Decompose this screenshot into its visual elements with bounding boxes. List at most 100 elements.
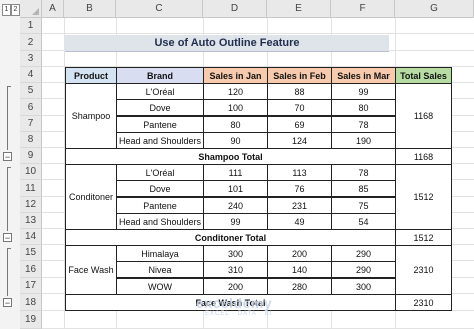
column-header-a[interactable]: A [42,0,64,18]
sales-jan-cell[interactable]: 300 [203,245,268,262]
row-header-12[interactable]: 12 [20,197,42,213]
header-brand[interactable]: Brand [116,67,204,84]
subtotal-label[interactable]: Shampoo Total [65,148,396,165]
subtotal-value[interactable]: 2310 [395,294,452,311]
total-sales-cell[interactable]: 1168 [395,83,452,149]
row-header-1[interactable]: 1 [20,18,42,34]
row-header-2[interactable]: 2 [20,34,42,51]
brand-cell[interactable]: Nivea [116,261,204,278]
brand-cell[interactable]: Head and Shoulders [116,213,204,230]
subtotal-label[interactable]: Conditoner Total [65,229,396,246]
sheet-title[interactable]: Use of Auto Outline Feature [65,35,389,52]
sales-feb-cell[interactable]: 69 [267,116,332,133]
row-header-14[interactable]: 14 [20,229,42,245]
header-sales-jan[interactable]: Sales in Jan [203,67,268,84]
row-header-11[interactable]: 11 [20,180,42,197]
sales-mar-cell[interactable]: 78 [331,164,396,181]
header-sales-feb[interactable]: Sales in Feb [267,67,332,84]
sales-mar-cell[interactable]: 190 [331,132,396,149]
row-header-13[interactable]: 13 [20,213,42,229]
outline-level-1-button[interactable]: 1 [2,4,11,16]
outline-bracket [7,167,8,231]
sales-mar-cell[interactable]: 85 [331,180,396,197]
column-header-b[interactable]: B [64,0,116,18]
sales-mar-cell[interactable]: 78 [331,116,396,133]
row-header-16[interactable]: 16 [20,261,42,278]
column-header-e[interactable]: E [267,0,331,18]
row-header-6[interactable]: 6 [20,99,42,116]
brand-cell[interactable]: Pantene [116,197,204,214]
total-sales-cell[interactable]: 2310 [395,245,452,295]
sales-mar-cell[interactable]: 54 [331,213,396,230]
sales-jan-cell[interactable]: 310 [203,261,268,278]
sales-jan-cell[interactable]: 100 [203,99,268,116]
sales-jan-cell[interactable]: 111 [203,164,268,181]
sales-mar-cell[interactable]: 300 [331,278,396,295]
outline-level-2-button[interactable]: 2 [11,4,20,16]
sales-feb-cell[interactable]: 113 [267,164,332,181]
column-header-f[interactable]: F [331,0,395,18]
product-cell[interactable]: Shampoo [65,83,117,149]
outline-gutter: 1 2 − − − [0,0,21,329]
watermark-tagline: EXCEL · DATA · BI [205,311,273,317]
header-product[interactable]: Product [65,67,117,84]
row-header-7[interactable]: 7 [20,116,42,132]
brand-cell[interactable]: Pantene [116,116,204,133]
watermark-logo: exceldemy [196,295,273,311]
row-header-4[interactable]: 4 [20,67,42,83]
row-header-15[interactable]: 15 [20,245,42,261]
product-cell[interactable]: Face Wash [65,245,117,295]
sales-feb-cell[interactable]: 49 [267,213,332,230]
brand-cell[interactable]: Himalaya [116,245,204,262]
header-sales-mar[interactable]: Sales in Mar [331,67,396,84]
brand-cell[interactable]: Dove [116,99,204,116]
sales-jan-cell[interactable]: 240 [203,197,268,214]
total-sales-cell[interactable]: 1512 [395,164,452,230]
subtotal-value[interactable]: 1168 [395,148,452,165]
sales-feb-cell[interactable]: 200 [267,245,332,262]
sales-feb-cell[interactable]: 124 [267,132,332,149]
sales-jan-cell[interactable]: 101 [203,180,268,197]
column-header-c[interactable]: C [116,0,203,18]
sales-feb-cell[interactable]: 140 [267,261,332,278]
sales-jan-cell[interactable]: 99 [203,213,268,230]
sales-feb-cell[interactable]: 231 [267,197,332,214]
sales-jan-cell[interactable]: 200 [203,278,268,295]
sales-feb-cell[interactable]: 88 [267,83,332,100]
brand-cell[interactable]: L'Oréal [116,83,204,100]
row-header-18[interactable]: 18 [20,294,42,311]
sales-mar-cell[interactable]: 80 [331,99,396,116]
sales-jan-cell[interactable]: 120 [203,83,268,100]
brand-cell[interactable]: L'Oréal [116,164,204,181]
sales-mar-cell[interactable]: 290 [331,245,396,262]
row-header-10[interactable]: 10 [20,164,42,180]
header-total-sales[interactable]: Total Sales [395,67,452,84]
brand-cell[interactable]: Dove [116,180,204,197]
row-header-17[interactable]: 17 [20,278,42,294]
row-header-8[interactable]: 8 [20,132,42,148]
sales-feb-cell[interactable]: 280 [267,278,332,295]
row-header-5[interactable]: 5 [20,83,42,99]
row-header-3[interactable]: 3 [20,51,42,67]
brand-cell[interactable]: WOW [116,278,204,295]
outline-bracket [7,86,8,150]
collapse-group-button[interactable]: − [3,298,12,308]
collapse-group-button[interactable]: − [3,233,12,243]
column-header-d[interactable]: D [203,0,267,18]
brand-cell[interactable]: Head and Shoulders [116,132,204,149]
sales-jan-cell[interactable]: 90 [203,132,268,149]
sales-mar-cell[interactable]: 75 [331,197,396,214]
sales-mar-cell[interactable]: 99 [331,83,396,100]
row-header-19[interactable]: 19 [20,311,42,329]
row-header-9[interactable]: 9 [20,148,42,164]
outline-bracket [7,248,8,296]
product-cell[interactable]: Conditoner [65,164,117,230]
sales-mar-cell[interactable]: 290 [331,261,396,278]
sales-feb-cell[interactable]: 70 [267,99,332,116]
column-header-g[interactable]: G [395,0,474,18]
sales-jan-cell[interactable]: 80 [203,116,268,133]
collapse-group-button[interactable]: − [3,152,12,162]
sales-feb-cell[interactable]: 76 [267,180,332,197]
select-all-button[interactable] [20,0,42,18]
subtotal-value[interactable]: 1512 [395,229,452,246]
